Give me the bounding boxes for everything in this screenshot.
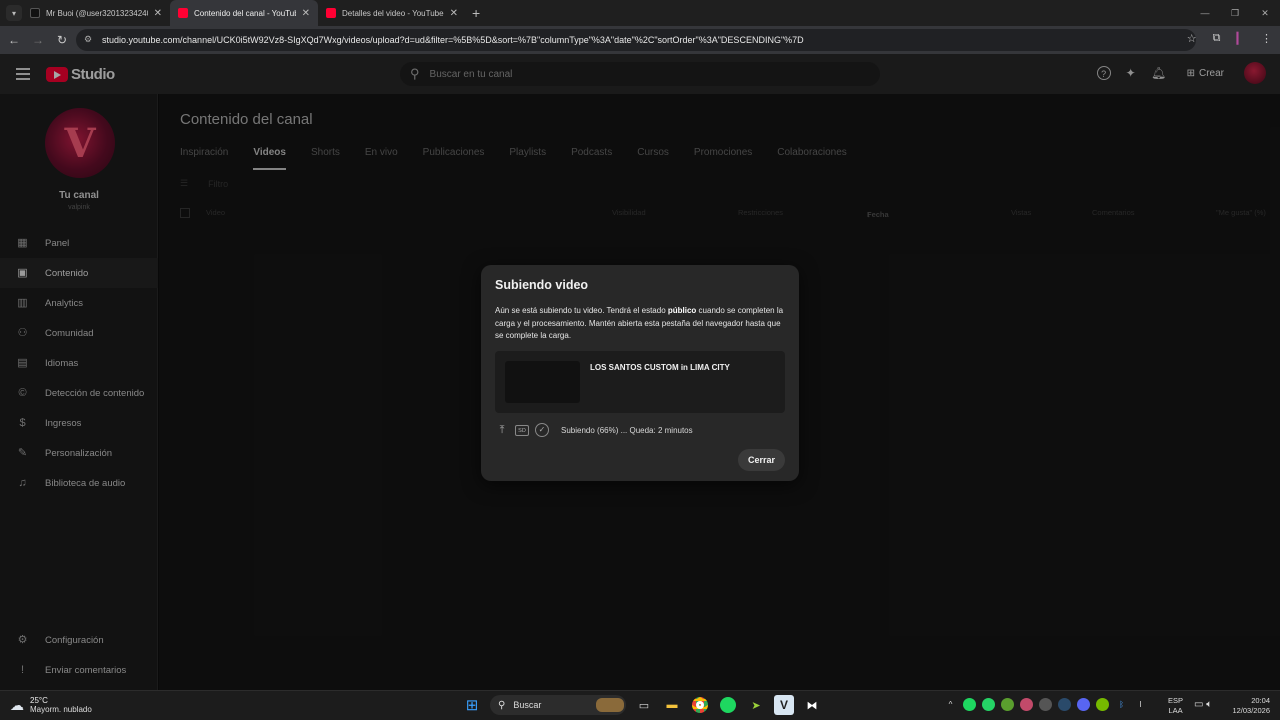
chrome-icon[interactable] <box>690 695 710 715</box>
weather-desc: Mayorm. nublado <box>30 705 92 714</box>
dialog-message: Aún se está subiendo tu video. Tendrá el… <box>495 305 787 343</box>
lang-layout: LAA <box>1168 706 1183 715</box>
taskbar-search[interactable]: ⚲ Buscar <box>490 695 626 715</box>
sd-quality-icon: SD <box>515 424 529 436</box>
discord-tray-icon[interactable] <box>1077 698 1090 711</box>
xbox-tray-icon[interactable] <box>1001 698 1014 711</box>
close-tab-icon[interactable]: ✕ <box>302 8 310 19</box>
windows-taskbar: ☁ 25°C Mayorm. nublado ⊞ ⚲ Buscar ▭ ▬ ➤ … <box>0 690 1280 720</box>
message-bold: público <box>667 306 697 315</box>
game-app-icon[interactable]: ➤ <box>746 695 766 715</box>
tab-title: Contenido del canal - YouTube Studio <box>194 8 296 18</box>
video-editor-icon[interactable]: V <box>774 695 794 715</box>
youtube-favicon-icon <box>178 8 188 18</box>
steam-tray-icon[interactable] <box>1058 698 1071 711</box>
weather-widget[interactable]: ☁ 25°C Mayorm. nublado <box>10 696 92 714</box>
weather-temp: 25°C <box>30 696 48 705</box>
forward-icon[interactable]: → <box>26 33 50 47</box>
tab-search-icon[interactable]: ▾ <box>6 5 22 21</box>
browser-tab-detalles[interactable]: Detalles del video - YouTube Studio ✕ <box>318 0 466 26</box>
url-text: studio.youtube.com/channel/UCK0i5tW92Vz8… <box>102 35 804 45</box>
video-thumbnail <box>505 361 580 403</box>
volume-icon: 🔈︎ <box>1206 699 1213 710</box>
tab-title: Mr Buoi (@user3201323424044) <box>46 8 148 18</box>
taskbar-search-label: Buscar <box>513 700 542 710</box>
lang-code: ESP <box>1168 696 1184 705</box>
mic-tray-icon[interactable]: ǀ <box>1134 698 1147 711</box>
profile-icon[interactable]: ▎ <box>1237 32 1245 45</box>
upload-status-text: Subiendo (66%) ... Queda: 2 minutos <box>561 425 693 435</box>
dialog-title: Subiendo video <box>495 278 589 292</box>
network-icon: ▭ <box>1194 699 1204 710</box>
file-explorer-icon[interactable]: ▬ <box>662 695 682 715</box>
video-title: LOS SANTOS CUSTOM in LIMA CITY <box>590 363 730 372</box>
bluetooth-tray-icon[interactable]: ᛒ <box>1115 698 1128 711</box>
clock[interactable]: 20:04 12/03/2026 <box>1228 696 1270 716</box>
window-controls: — ❐ ✕ <box>1190 0 1280 26</box>
message-part: Aún se está subiendo tu video. Tendrá el… <box>495 306 668 315</box>
tiktok-favicon-icon <box>30 8 40 18</box>
url-field[interactable]: ⚙ studio.youtube.com/channel/UCK0i5tW92V… <box>76 29 1196 51</box>
clock-time: 20:04 <box>1251 696 1270 705</box>
system-tray: ^ ᛒ ǀ <box>944 698 1147 711</box>
maximize-icon[interactable]: ❐ <box>1220 8 1250 19</box>
uploading-video-card: LOS SANTOS CUSTOM in LIMA CITY <box>495 351 785 413</box>
windows-start-icon[interactable]: ⊞ <box>462 695 482 715</box>
show-hidden-icons[interactable]: ^ <box>944 698 957 711</box>
task-view-icon[interactable]: ▭ <box>634 695 654 715</box>
address-bar: ← → ↻ ⚙ studio.youtube.com/channel/UCK0i… <box>0 26 1280 54</box>
cloudy-weather-icon: ☁ <box>10 696 24 713</box>
nvidia-tray-icon[interactable] <box>1096 698 1109 711</box>
youtube-favicon-icon <box>326 8 336 18</box>
clock-date: 12/03/2026 <box>1232 706 1270 715</box>
spotify-tray-icon[interactable] <box>963 698 976 711</box>
browser-tab-tiktok[interactable]: Mr Buoi (@user3201323424044) ✕ <box>22 0 170 26</box>
browser-tab-contenido[interactable]: Contenido del canal - YouTube Studio ✕ <box>170 0 318 26</box>
app-tray-icon[interactable] <box>1020 698 1033 711</box>
close-tab-icon[interactable]: ✕ <box>450 8 458 19</box>
tab-title: Detalles del video - YouTube Studio <box>342 8 444 18</box>
capcut-icon[interactable]: ⧓ <box>802 695 822 715</box>
browser-menu-icon[interactable]: ⋮ <box>1261 32 1272 45</box>
upload-arrow-icon: ⤒ <box>499 424 505 436</box>
whatsapp-tray-icon[interactable] <box>982 698 995 711</box>
checks-icon: ✓ <box>535 423 549 437</box>
language-indicator[interactable]: ESP LAA <box>1168 696 1183 716</box>
close-window-icon[interactable]: ✕ <box>1250 8 1280 19</box>
extensions-icon[interactable]: ⧉ <box>1213 32 1221 45</box>
upload-dialog: Subiendo video Aún se está subiendo tu v… <box>481 265 799 481</box>
site-info-icon[interactable]: ⚙ <box>82 34 94 46</box>
search-highlight-icon <box>596 698 624 712</box>
search-icon: ⚲ <box>498 699 506 711</box>
quick-settings[interactable]: ▭ 🔈︎ <box>1194 699 1212 710</box>
spotify-icon[interactable] <box>718 695 738 715</box>
back-icon[interactable]: ← <box>2 33 26 47</box>
taskbar-apps: ⊞ ⚲ Buscar ▭ ▬ ➤ V ⧓ <box>462 695 822 715</box>
browser-tab-bar: ▾ Mr Buoi (@user3201323424044) ✕ Conteni… <box>0 0 1280 26</box>
reload-icon[interactable]: ↻ <box>50 33 74 47</box>
close-button[interactable]: Cerrar <box>737 449 785 471</box>
minimize-icon[interactable]: — <box>1190 8 1220 18</box>
bookmark-star-icon[interactable]: ☆ <box>1187 32 1197 45</box>
close-tab-icon[interactable]: ✕ <box>154 8 162 19</box>
app-tray-icon[interactable] <box>1039 698 1052 711</box>
upload-status-row: ⤒ SD ✓ Subiendo (66%) ... Queda: 2 minut… <box>495 423 693 437</box>
new-tab-icon[interactable]: + <box>472 5 480 21</box>
